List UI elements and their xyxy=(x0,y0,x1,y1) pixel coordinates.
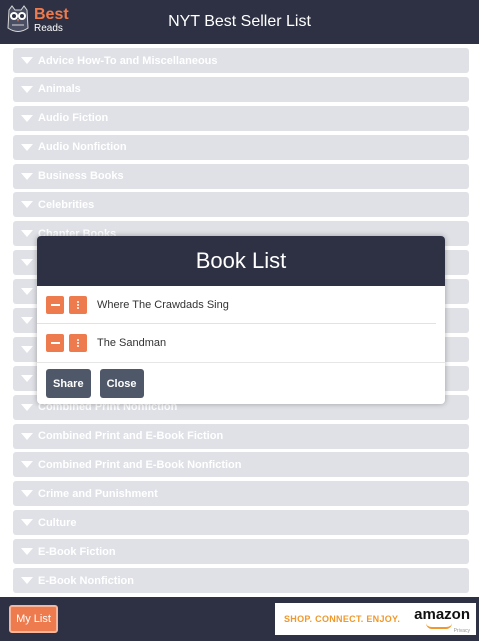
category-label: Audio Nonfiction xyxy=(38,141,127,154)
category-label: Audio Fiction xyxy=(38,112,109,125)
modal-title: Book List xyxy=(37,236,445,286)
category-item[interactable]: Business Books xyxy=(13,163,469,189)
caret-down-icon xyxy=(21,259,33,267)
category-label: Crime and Punishment xyxy=(38,487,158,500)
amazon-smile-icon xyxy=(426,623,452,629)
caret-down-icon xyxy=(21,317,33,325)
category-item[interactable]: Advice How-To and Miscellaneous xyxy=(13,48,469,73)
my-list-button[interactable]: My List xyxy=(9,605,58,633)
category-item[interactable]: Audio Fiction xyxy=(13,105,469,131)
reorder-handle[interactable] xyxy=(69,334,87,352)
caret-down-icon xyxy=(21,85,33,93)
category-label: Combined Print and E-Book Fiction xyxy=(38,430,224,443)
caret-down-icon xyxy=(21,345,33,353)
category-label: Culture xyxy=(38,516,77,529)
book-row: Where The Crawdads Sing xyxy=(37,286,436,324)
caret-down-icon xyxy=(21,57,33,64)
caret-down-icon xyxy=(21,577,33,585)
category-item[interactable]: E-Book Nonfiction xyxy=(13,568,469,594)
caret-down-icon xyxy=(21,432,33,440)
reorder-handle[interactable] xyxy=(69,295,87,314)
modal-actions: Share Close xyxy=(37,362,445,404)
caret-down-icon xyxy=(21,114,33,122)
caret-down-icon xyxy=(21,403,33,411)
caret-down-icon xyxy=(21,143,33,151)
category-item[interactable]: Animals xyxy=(13,76,469,102)
amazon-logo-text: amazon xyxy=(414,606,470,623)
category-item[interactable]: Combined Print and E-Book Fiction xyxy=(13,423,469,449)
book-title: Where The Crawdads Sing xyxy=(97,298,229,311)
minus-icon xyxy=(50,342,60,344)
category-label: E-Book Fiction xyxy=(38,545,116,558)
caret-down-icon xyxy=(21,490,33,498)
category-label: E-Book Nonfiction xyxy=(38,574,134,587)
caret-down-icon xyxy=(21,230,33,238)
app-header: Best Reads NYT Best Seller List xyxy=(0,0,479,44)
drag-handle-icon xyxy=(77,300,79,309)
category-label: Celebrities xyxy=(38,198,95,211)
category-item[interactable]: Combined Print and E-Book Nonfiction xyxy=(13,452,469,478)
close-button[interactable]: Close xyxy=(99,369,144,398)
category-item[interactable]: Celebrities xyxy=(13,192,469,218)
category-item[interactable]: Culture xyxy=(13,510,469,536)
caret-down-icon xyxy=(21,374,33,382)
remove-book-button[interactable] xyxy=(46,295,64,314)
amazon-ad-banner[interactable]: SHOP. CONNECT. ENJOY. amazon Privacy xyxy=(275,603,476,635)
drag-handle-icon xyxy=(77,339,79,347)
book-row: The Sandman xyxy=(37,324,445,362)
caret-down-icon xyxy=(21,172,33,180)
share-button[interactable]: Share xyxy=(46,369,91,398)
category-label: Advice How-To and Miscellaneous xyxy=(38,54,218,67)
caret-down-icon xyxy=(21,519,33,527)
category-label: Business Books xyxy=(38,170,124,183)
caret-down-icon xyxy=(21,201,33,209)
caret-down-icon xyxy=(21,461,33,469)
page-title: NYT Best Seller List xyxy=(168,13,311,30)
ad-tagline: SHOP. CONNECT. ENJOY. xyxy=(284,614,401,624)
category-item[interactable]: Crime and Punishment xyxy=(13,481,469,507)
book-list-modal: Book List Where The Crawdads Sing The Sa… xyxy=(37,236,445,404)
category-item[interactable]: Audio Nonfiction xyxy=(13,134,469,160)
remove-book-button[interactable] xyxy=(46,334,64,352)
caret-down-icon xyxy=(21,548,33,556)
book-title: The Sandman xyxy=(97,337,167,349)
minus-icon xyxy=(50,303,60,306)
category-label: Animals xyxy=(38,83,81,96)
caret-down-icon xyxy=(21,288,33,296)
category-item[interactable]: E-Book Fiction xyxy=(13,539,469,565)
ad-privacy-label: Privacy xyxy=(453,628,470,634)
category-label: Combined Print and E-Book Nonfiction xyxy=(38,458,242,471)
